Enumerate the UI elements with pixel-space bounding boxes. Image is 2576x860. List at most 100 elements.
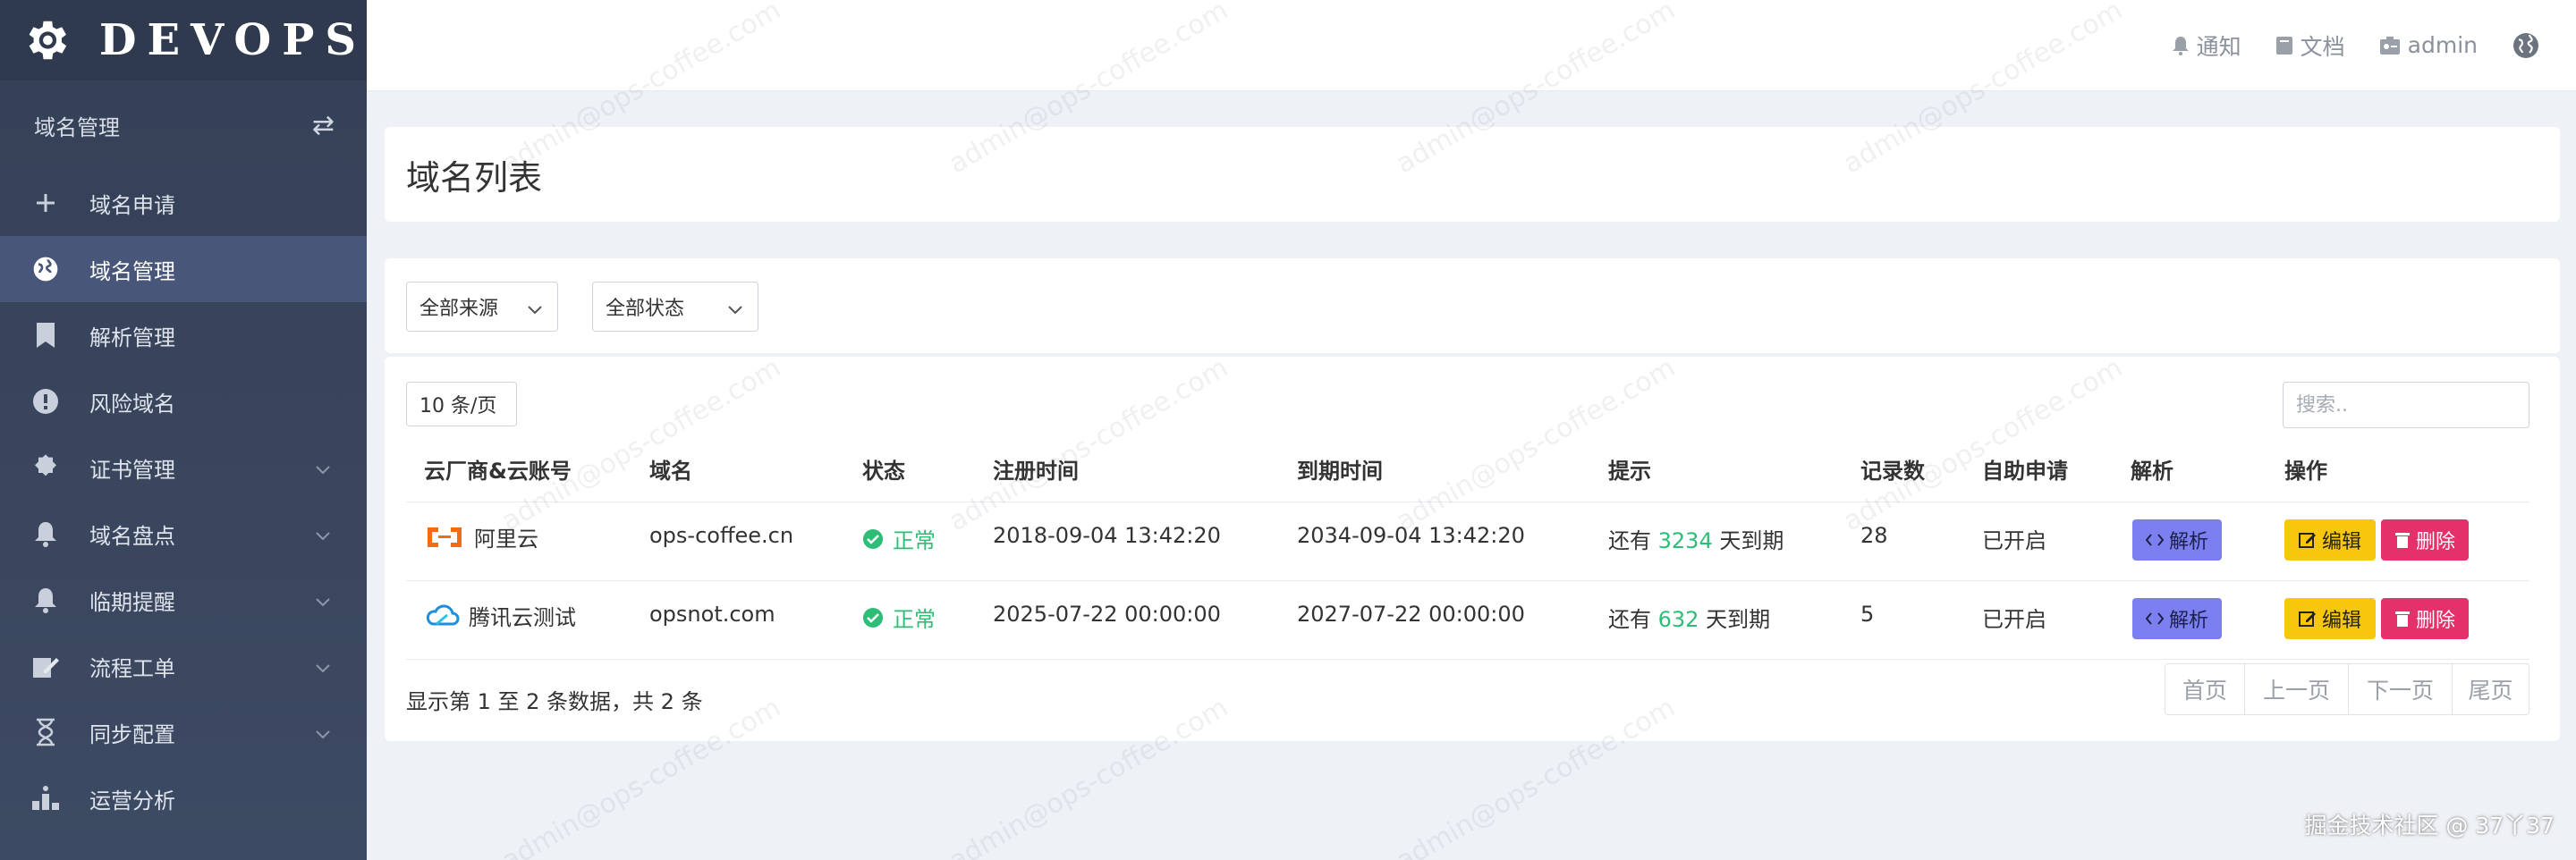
provider-cell: 阿里云 [424,521,538,552]
table-summary: 显示第 1 至 2 条数据，共 2 条 [406,689,703,714]
header-records: 记录数 [1860,459,1925,484]
hint-prefix: 还有 [1608,528,1651,553]
trash-icon [2394,611,2410,627]
edit-icon [2298,611,2316,627]
swap-icon[interactable]: ⇄ [312,110,335,141]
pager-next[interactable]: 下一页 [2348,664,2452,714]
domain-cell: ops-coffee.cn [649,523,794,548]
sidebar-item-label: 风险域名 [89,391,175,417]
trash-icon [2394,533,2410,548]
chart-icon [27,780,64,817]
header-domain: 域名 [649,459,692,484]
parse-button[interactable]: 解析 [2132,598,2222,639]
header-hint: 提示 [1608,459,1651,484]
hint-cell: 还有 632 天到期 [1608,602,1770,633]
sidebar-item-inventory[interactable]: 域名盘点 [0,501,367,567]
chevron-down-icon [527,299,543,321]
sidebar-item-label: 临期提醒 [89,589,175,615]
gear-icon [27,449,64,486]
hourglass-icon [27,713,64,751]
status-filter-select[interactable]: 全部状态 [592,282,758,332]
page-title-card: 域名列表 [385,127,2560,222]
sidebar-section-title: 域名管理 [34,114,120,140]
chevron-down-icon [315,654,331,679]
check-circle-icon [863,607,883,628]
globe-icon [2513,32,2538,58]
sidebar-item-risk[interactable]: 风险域名 [0,368,367,434]
docs-link[interactable]: 文档 [2275,30,2345,62]
sidebar-item-domain-apply[interactable]: 域名申请 [0,170,367,236]
provider-name: 腾讯云测试 [469,605,576,630]
pager-last[interactable]: 尾页 [2452,664,2529,714]
domain-cell: opsnot.com [649,602,775,627]
edit-icon [2298,533,2316,548]
notify-label: 通知 [2196,33,2241,60]
sidebar-item-label: 域名申请 [89,192,175,218]
pager-prev[interactable]: 上一页 [2244,664,2348,714]
sidebar-item-workflow[interactable]: 流程工单 [0,633,367,699]
sidebar-item-dns[interactable]: 解析管理 [0,302,367,368]
aliyun-icon [428,527,462,547]
hint-prefix: 还有 [1608,607,1651,632]
parse-button-label: 解析 [2168,531,2208,553]
sidebar-item-cert[interactable]: 证书管理 [0,434,367,501]
bell-icon [2172,36,2189,55]
delete-button-label: 删除 [2415,610,2455,632]
top-bar: 通知 文档 admin [367,0,2576,91]
parse-button[interactable]: 解析 [2132,519,2222,561]
sidebar-item-analytics[interactable]: 运营分析 [0,765,367,831]
header-provider: 云厂商&云账号 [424,459,572,484]
hint-cell: 还有 3234 天到期 [1608,523,1784,554]
corner-credit: 掘金技术社区 @ 37丫37 [2304,813,2555,839]
records-cell: 28 [1860,523,1888,548]
header-status: 状态 [862,459,905,484]
source-filter-select[interactable]: 全部来源 [406,282,558,332]
code-icon [2145,612,2164,625]
sidebar-item-sync[interactable]: 同步配置 [0,699,367,765]
header-actions: 操作 [2284,459,2327,484]
status-text: 正常 [893,528,936,553]
header-reg-time: 注册时间 [993,459,1079,484]
chevron-down-icon [727,299,743,321]
search-input[interactable] [2283,382,2529,428]
exp-time-cell: 2034-09-04 13:42:20 [1297,523,1525,548]
reg-time-cell: 2025-07-22 00:00:00 [993,602,1221,627]
book-icon [2275,36,2292,55]
row-divider [406,580,2529,581]
check-circle-icon [863,528,883,549]
sidebar-item-domain-manage[interactable]: 域名管理 [0,236,367,302]
days-remaining: 632 [1657,607,1699,632]
notify-link[interactable]: 通知 [2172,30,2241,62]
status-cell: 正常 [862,523,936,554]
pagination: 首页 上一页 下一页 尾页 [2165,663,2529,715]
code-icon [2145,534,2164,546]
bell-icon [27,515,64,552]
language-button[interactable] [2512,31,2547,60]
self-service-cell: 已开启 [1982,528,2046,553]
chevron-down-icon [315,721,331,746]
hint-suffix: 天到期 [1719,528,1784,553]
delete-button[interactable]: 删除 [2381,519,2469,561]
sidebar-item-label: 域名盘点 [89,523,175,549]
sidebar-item-expiry-reminder[interactable]: 临期提醒 [0,567,367,633]
hint-suffix: 天到期 [1706,607,1771,632]
bell-icon [27,581,64,619]
status-cell: 正常 [862,602,936,633]
edit-button[interactable]: 编辑 [2284,519,2376,561]
delete-button[interactable]: 删除 [2381,598,2469,639]
source-filter-value: 全部来源 [419,298,499,320]
chevron-down-icon [315,588,331,613]
page-title: 域名列表 [406,158,543,198]
sidebar-section-header: 域名管理 ⇄ [0,80,367,170]
brand-title: DEVOPS [98,15,367,65]
brand[interactable]: DEVOPS [0,0,367,80]
page-size-select[interactable]: 10 条/页 [406,382,517,426]
pager-first[interactable]: 首页 [2165,664,2244,714]
edit-button[interactable]: 编辑 [2284,598,2376,639]
sidebar-item-label: 解析管理 [89,325,175,350]
sidebar-item-label: 证书管理 [89,457,175,483]
records-cell: 5 [1860,602,1875,627]
user-menu[interactable]: admin [2379,32,2478,58]
sidebar-item-label: 运营分析 [89,788,175,814]
provider-name: 阿里云 [474,527,538,552]
